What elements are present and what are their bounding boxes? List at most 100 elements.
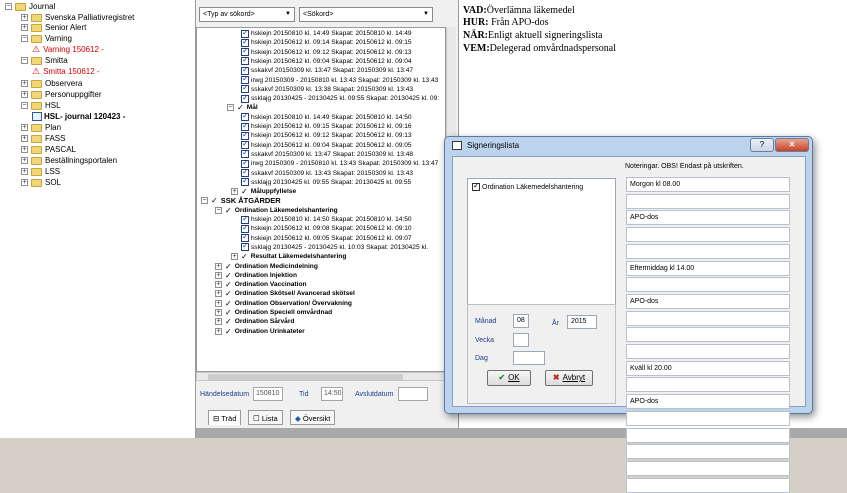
expand-toggle[interactable]: +	[21, 157, 28, 164]
checkbox[interactable]	[472, 181, 480, 191]
expand-toggle[interactable]: +	[21, 179, 28, 186]
tree-entry[interactable]: ssklajg 20130425 kl. 09:55 Skapat: 20130…	[241, 176, 411, 187]
scrollbar-thumb[interactable]	[208, 374, 403, 380]
tree-node[interactable]: + ✓ Ordination Speciell omvårdnad	[215, 308, 332, 317]
tree-node[interactable]: − Varning	[21, 33, 72, 44]
tree-entry[interactable]: hskiejn 20150810 kl. 14:50 Skapat: 20150…	[241, 214, 412, 224]
tree-node[interactable]: HSL- journal 120423 -	[32, 111, 125, 122]
horizontal-scrollbar[interactable]	[196, 372, 446, 381]
tree-node[interactable]: + ✓ Ordination Sårvård	[215, 317, 294, 326]
expand-toggle[interactable]: +	[21, 24, 28, 31]
expand-toggle[interactable]: +	[231, 253, 238, 261]
tree-node[interactable]: + ✓ Ordination Observation/ Övervakning	[215, 299, 352, 308]
search-term-combo[interactable]: <Sökord> ▼	[299, 7, 433, 22]
day-field[interactable]	[513, 351, 545, 365]
tree-entry[interactable]: sskakvf 20150309 kl. 13:43 Skapat: 20150…	[241, 167, 413, 178]
tree-node[interactable]: + ✓ Måluppfyllelse	[231, 187, 296, 196]
search-type-combo[interactable]: <Typ av sökord> ▼	[199, 7, 295, 22]
note-field[interactable]: Eftermiddag kl 14.00	[626, 260, 790, 276]
year-field[interactable]: 2015	[567, 315, 597, 329]
ok-button[interactable]: ✔ OK	[487, 370, 531, 386]
expand-toggle[interactable]: +	[21, 135, 28, 142]
week-field[interactable]	[513, 333, 529, 347]
tree-entry[interactable]: hskiejn 20150612 kl. 09:05 Skapat: 20150…	[241, 232, 412, 243]
collapse-toggle[interactable]: −	[5, 3, 12, 10]
tree-node[interactable]: + ✓ Resultat Läkemedelshantering	[231, 252, 346, 261]
tree-node[interactable]: + Senior Alert	[21, 22, 86, 33]
note-field[interactable]	[626, 460, 790, 476]
note-field[interactable]: APO-dos	[626, 394, 790, 410]
tree-node[interactable]: + ✓ Ordination Injektion	[215, 271, 297, 280]
tree-entry[interactable]: sskakvf 20150309 kl. 13:47 Skapat: 20150…	[241, 148, 413, 159]
tree-entry[interactable]: hskiejn 20150612 kl. 09:12 Skapat: 20150…	[241, 46, 412, 57]
tree-node[interactable]: − ✓ Ordination Läkemedelshantering	[215, 206, 338, 215]
expand-toggle[interactable]: +	[21, 80, 28, 87]
collapse-toggle[interactable]: −	[201, 197, 208, 205]
tree-entry[interactable]: ssklajg 20130425 - 20130425 kl. 10:03 Sk…	[241, 241, 428, 252]
expand-toggle[interactable]: +	[215, 309, 222, 316]
expand-toggle[interactable]: +	[215, 271, 222, 279]
tree-entry[interactable]: sskakvf 20150309 kl. 13:47 Skapat: 20150…	[241, 65, 413, 75]
tree-node[interactable]: − HSL	[21, 100, 61, 111]
chevron-down-icon[interactable]: ▼	[285, 8, 291, 21]
expand-toggle[interactable]: +	[21, 168, 28, 175]
note-field[interactable]: Kväll kl 20.00	[626, 360, 790, 376]
tree-entry[interactable]: hskiejn 20150612 kl. 09:04 Skapat: 20150…	[241, 55, 412, 66]
tab-overview[interactable]: ◆ Översikt	[290, 410, 336, 425]
tree-entry[interactable]: hskiejn 20150810 kl. 14:49 Skapat: 20150…	[241, 28, 412, 38]
expand-toggle[interactable]: +	[231, 188, 238, 196]
expand-toggle[interactable]: +	[215, 327, 222, 335]
collapse-toggle[interactable]: −	[21, 35, 28, 42]
list-item[interactable]: Ordination Läkemedelshantering	[472, 181, 583, 191]
tab-list[interactable]: ☐ Lista	[248, 410, 283, 425]
note-field[interactable]	[626, 243, 790, 259]
tab-tree[interactable]: ⊟ Träd	[208, 410, 242, 425]
tree-entry[interactable]: hskiejn 20150810 kl. 14:49 Skapat: 20150…	[241, 111, 412, 122]
tree-node[interactable]: + PASCAL	[21, 144, 76, 155]
tree-root-journal[interactable]: − Journal	[5, 1, 55, 12]
collapse-toggle[interactable]: −	[215, 206, 222, 214]
end-date-field[interactable]	[398, 387, 428, 401]
collapse-toggle[interactable]: −	[227, 104, 234, 112]
tree-node[interactable]: + ✓ Ordination Vaccination	[215, 280, 307, 289]
tree-entry[interactable]: sskakvf 20150309 kl. 13:38 Skapat: 20150…	[241, 83, 413, 94]
event-date-field[interactable]: 150810	[253, 387, 283, 401]
chevron-down-icon[interactable]: ▼	[423, 8, 429, 21]
tree-entry[interactable]: hskiejn 20150612 kl. 09:08 Skapat: 20150…	[241, 223, 412, 233]
expand-toggle[interactable]: +	[21, 14, 28, 21]
month-field[interactable]: 08	[513, 314, 529, 328]
expand-toggle[interactable]: +	[215, 262, 222, 270]
note-field[interactable]: APO-dos	[626, 210, 790, 226]
tree-node[interactable]: + ✓ Ordination Urinkateter	[215, 327, 305, 336]
expand-toggle[interactable]: +	[215, 290, 222, 298]
tree-entry[interactable]: irwg 20150309 - 20150810 kl. 13:43 Skapa…	[241, 158, 438, 168]
note-field[interactable]	[626, 227, 790, 243]
collapse-toggle[interactable]: −	[21, 102, 28, 109]
journal-tree-panel[interactable]: − Journal + Svenska Palliativregistret + Se…	[0, 0, 196, 438]
expand-toggle[interactable]: +	[215, 299, 222, 307]
note-field[interactable]	[626, 377, 790, 393]
note-field[interactable]	[626, 310, 790, 326]
expand-toggle[interactable]: +	[215, 318, 222, 326]
note-field[interactable]	[626, 444, 790, 460]
note-field[interactable]	[626, 327, 790, 343]
time-field[interactable]: 14:50	[321, 387, 343, 401]
tree-node[interactable]: ⚠ Smitta 150612 -	[32, 66, 100, 77]
tree-node[interactable]: + Observera	[21, 78, 82, 89]
tree-node[interactable]: + ✓ Ordination Medicindelning	[215, 262, 318, 271]
order-listbox[interactable]: Ordination Läkemedelshantering	[467, 178, 616, 305]
tree-node[interactable]: + Personuppgifter	[21, 89, 101, 100]
tree-entry[interactable]: hskiejn 20150612 kl. 09:12 Skapat: 20150…	[241, 130, 412, 140]
tree-entry[interactable]: irwg 20150309 - 20150810 kl. 13:43 Skapa…	[241, 74, 438, 85]
care-plan-tree[interactable]: hskiejn 20150810 kl. 14:49 Skapat: 20150…	[196, 27, 446, 372]
tree-node[interactable]: + SOL	[21, 177, 61, 188]
collapse-toggle[interactable]: −	[21, 57, 28, 64]
help-button[interactable]: ?	[750, 138, 774, 152]
note-field[interactable]	[626, 410, 790, 426]
expand-toggle[interactable]: +	[21, 146, 28, 153]
tree-entry[interactable]: hskiejn 20150612 kl. 09:04 Skapat: 20150…	[241, 139, 412, 150]
note-field[interactable]	[626, 193, 790, 209]
cancel-button[interactable]: ✖ Avbryt	[545, 370, 593, 386]
note-field[interactable]: APO-dos	[626, 293, 790, 309]
tree-node[interactable]: + FASS	[21, 133, 65, 144]
